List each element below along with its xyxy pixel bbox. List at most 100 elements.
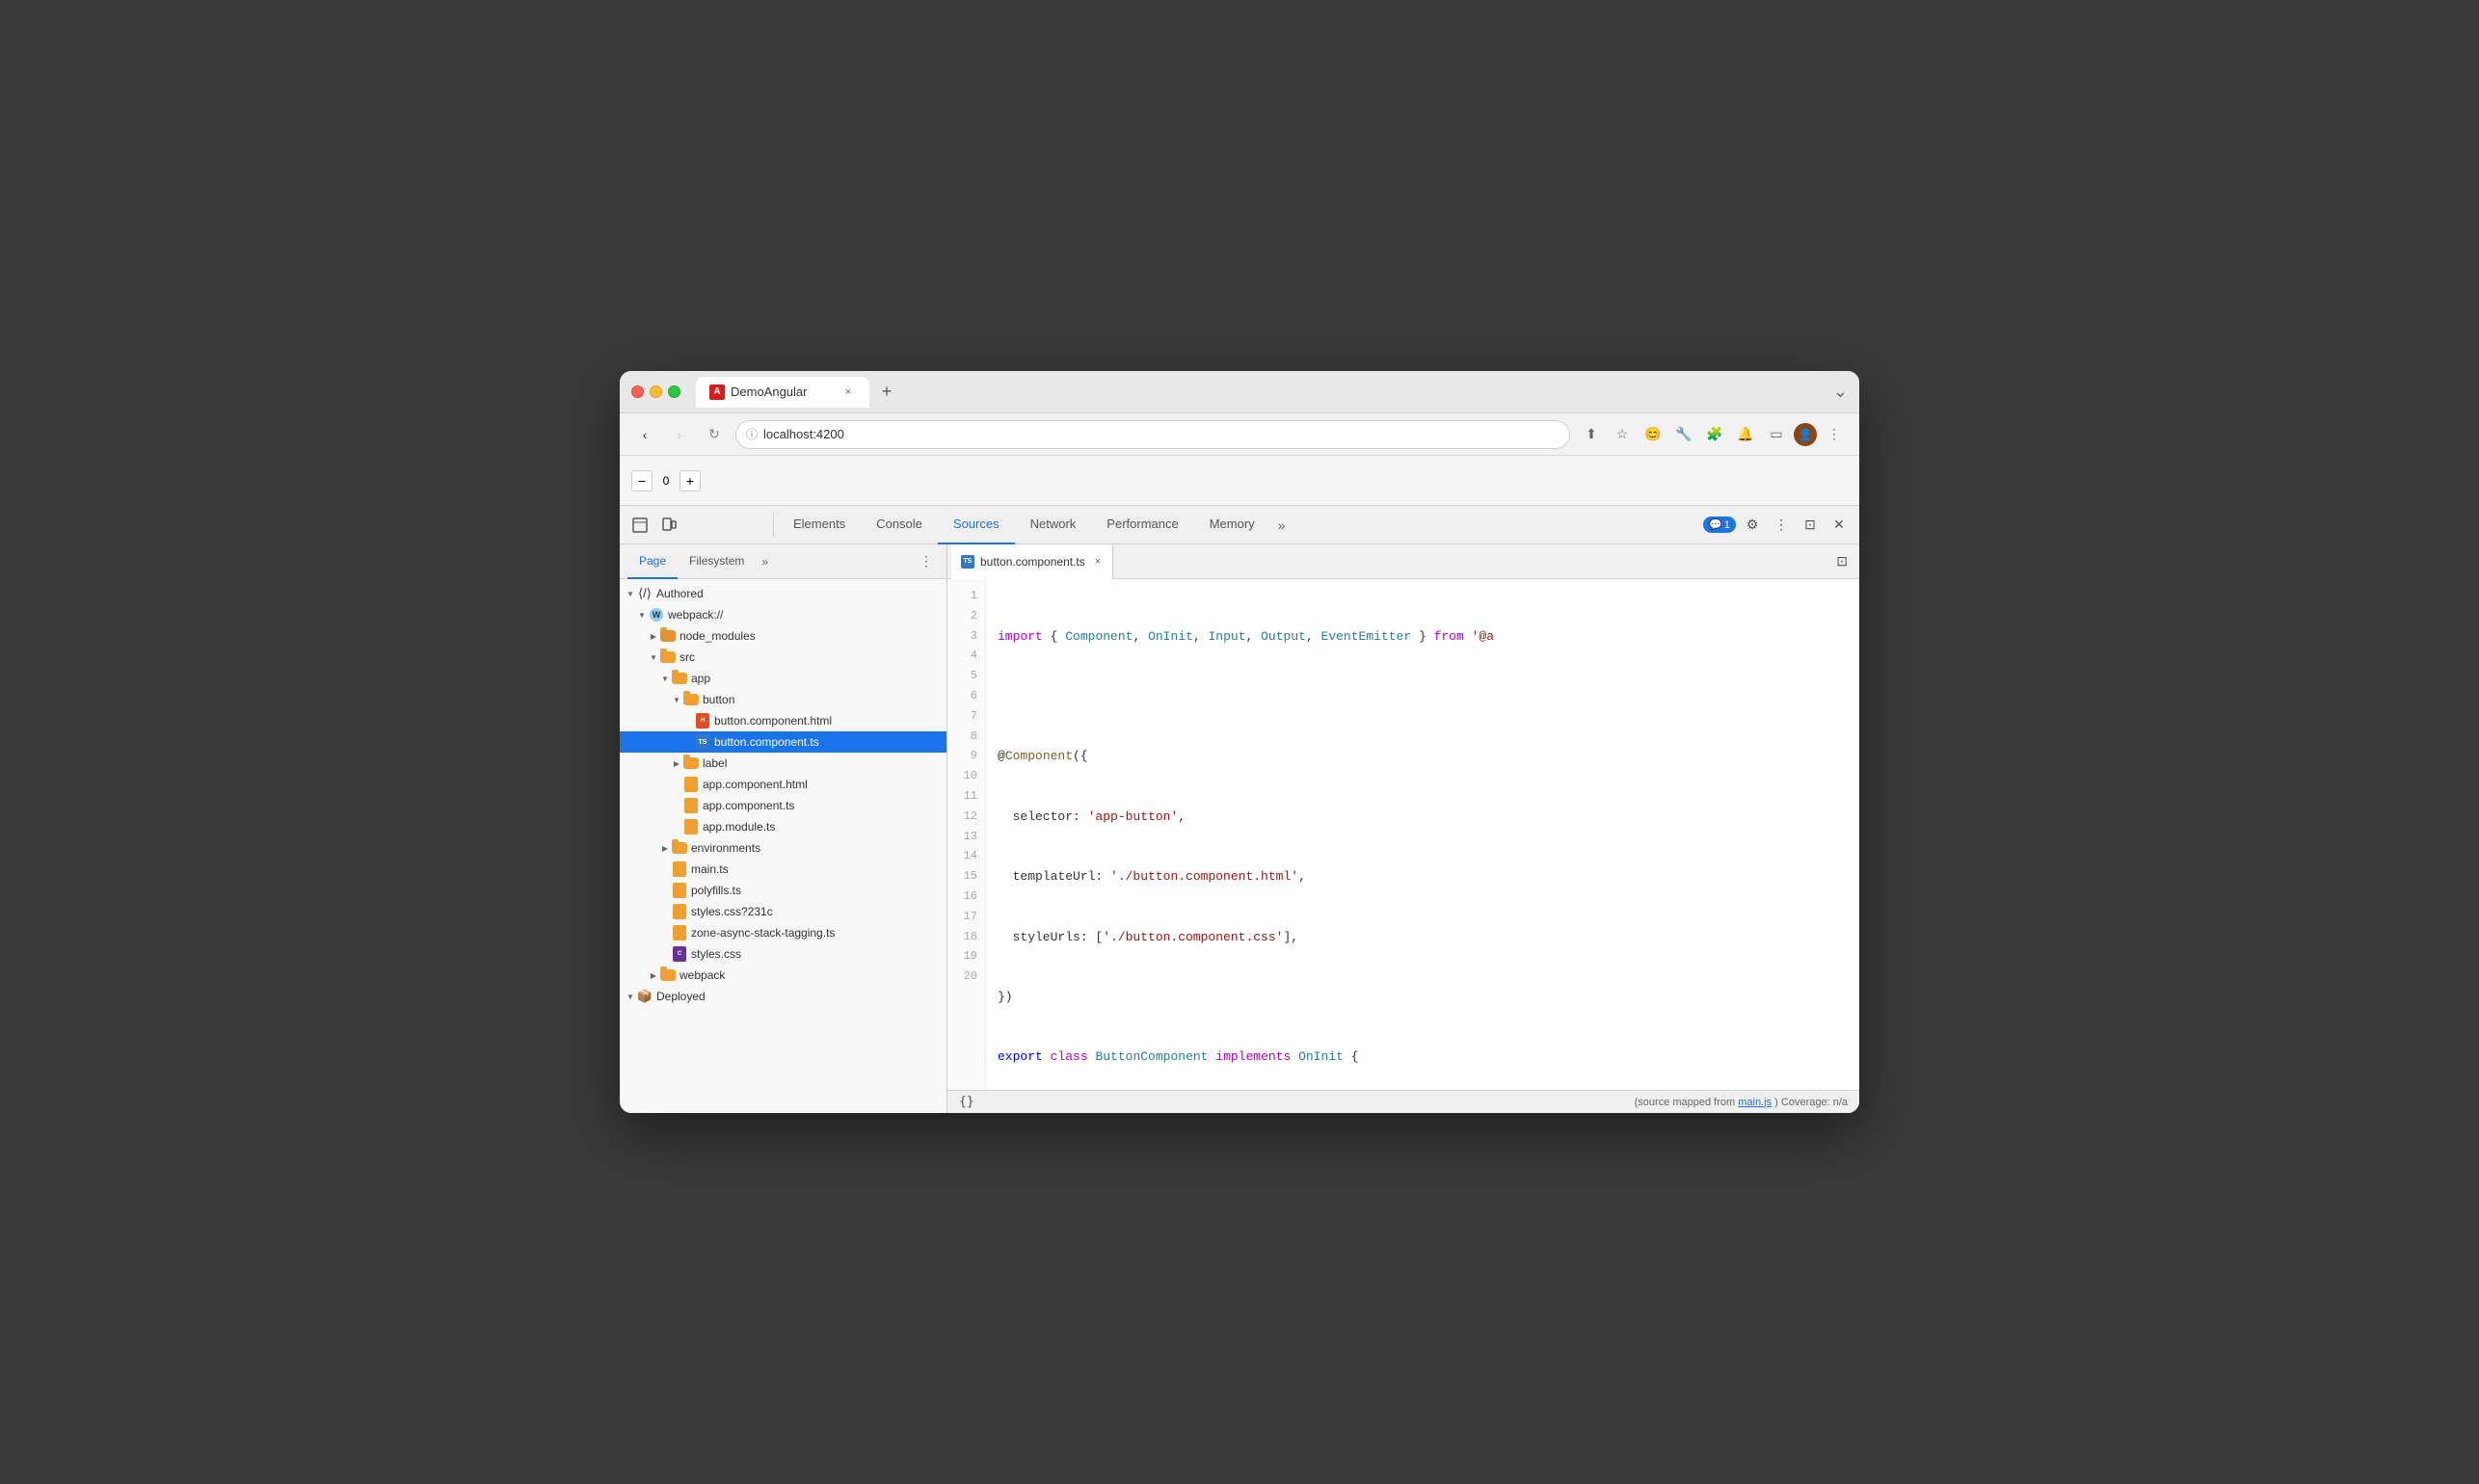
styles-css-hash-item[interactable]: ▶ styles.css?231c — [620, 901, 946, 922]
polyfills-ts-item[interactable]: ▶ polyfills.ts — [620, 880, 946, 901]
window-chevron-down-icon[interactable]: ⌄ — [1833, 382, 1848, 402]
tab-close-button[interactable]: × — [840, 384, 856, 400]
extension-icon[interactable]: 🔧 — [1670, 421, 1697, 448]
settings-button[interactable]: ⚙ — [1740, 513, 1765, 538]
panel-more-button[interactable]: » — [756, 555, 774, 569]
tab-network[interactable]: Network — [1015, 506, 1092, 544]
tab-memory[interactable]: Memory — [1194, 506, 1270, 544]
file-tree: ▼ ⟨/⟩ Authored ▼ W webpack: — [620, 579, 946, 1113]
sidebar-icon[interactable]: ▭ — [1763, 421, 1790, 448]
extensions-icon[interactable]: 🧩 — [1701, 421, 1728, 448]
new-tab-button[interactable]: + — [873, 379, 900, 406]
app-module-icon — [683, 819, 699, 835]
more-menu-icon[interactable]: ⋮ — [1821, 421, 1848, 448]
device-toolbar-button[interactable] — [656, 513, 681, 538]
tab-elements[interactable]: Elements — [778, 506, 861, 544]
app-component-html-label: app.component.html — [703, 778, 808, 791]
webpack-folder-tree-item[interactable]: ▶ webpack — [620, 965, 946, 986]
security-icon: ⓘ — [746, 426, 758, 442]
app-component-html-item[interactable]: ▶ app.component.html — [620, 774, 946, 795]
back-button[interactable]: ‹ — [631, 421, 658, 448]
environments-label: environments — [691, 841, 760, 855]
reload-button[interactable]: ↻ — [701, 421, 728, 448]
app-label: app — [691, 672, 710, 685]
environments-folder-icon — [672, 840, 687, 856]
button-component-ts-item[interactable]: ▶ TS button.component.ts — [620, 731, 946, 753]
code-line-8: export class ButtonComponent implements … — [998, 1047, 1848, 1068]
authored-icon: ⟨/⟩ — [637, 586, 653, 601]
chat-icon: 💬 — [1709, 518, 1722, 531]
address-bar[interactable]: ⓘ localhost:4200 — [735, 420, 1570, 449]
tab-sources[interactable]: Sources — [938, 506, 1015, 544]
filesystem-tab[interactable]: Filesystem — [678, 544, 756, 579]
maximize-window-button[interactable] — [668, 385, 680, 398]
close-window-button[interactable] — [631, 385, 644, 398]
label-folder-icon — [683, 755, 699, 771]
styles-css-label: styles.css — [691, 947, 741, 961]
sources-sidebar: Page Filesystem » ⋮ ▼ ⟨/⟩ Authored — [620, 544, 947, 1113]
webpack-folder-label: webpack — [680, 968, 725, 982]
zone-async-item[interactable]: ▶ zone-async-stack-tagging.ts — [620, 922, 946, 943]
app-folder-icon — [672, 671, 687, 686]
button-folder-tree-item[interactable]: ▼ button — [620, 689, 946, 710]
sources-panel-tabs: Page Filesystem » ⋮ — [620, 544, 946, 579]
app-module-ts-item[interactable]: ▶ app.module.ts — [620, 816, 946, 837]
main-ts-item[interactable]: ▶ main.ts — [620, 859, 946, 880]
user-avatar[interactable]: 👤 — [1794, 423, 1817, 446]
zoom-out-button[interactable]: − — [631, 470, 653, 491]
inspect-element-button[interactable] — [627, 513, 653, 538]
minimize-window-button[interactable] — [650, 385, 662, 398]
main-js-link[interactable]: main.js — [1738, 1097, 1772, 1108]
deployed-tree-item[interactable]: ▼ 📦 Deployed — [620, 986, 946, 1007]
code-content[interactable]: 1 2 3 4 5 6 7 8 9 10 11 12 13 — [947, 579, 1859, 1090]
label-folder-tree-item[interactable]: ▶ label — [620, 753, 946, 774]
forward-button[interactable]: › — [666, 421, 693, 448]
format-button[interactable]: {} — [959, 1095, 974, 1109]
zoom-controls: − 0 + — [631, 470, 701, 491]
detach-button[interactable]: ⊡ — [1798, 513, 1823, 538]
environments-tree-item[interactable]: ▶ environments — [620, 837, 946, 859]
button-component-html-item[interactable]: ▶ H button.component.html — [620, 710, 946, 731]
editor-sidebar-toggle[interactable]: ⊡ — [1828, 553, 1855, 570]
webpack-folder-arrow: ▶ — [647, 968, 660, 982]
notification-badge[interactable]: 💬 1 — [1703, 517, 1736, 533]
devtools-body: Page Filesystem » ⋮ ▼ ⟨/⟩ Authored — [620, 544, 1859, 1113]
editor-tab-close-button[interactable]: × — [1095, 556, 1101, 568]
button-component-ts-label: button.component.ts — [714, 735, 819, 749]
bell-icon[interactable]: 🔔 — [1732, 421, 1759, 448]
tab-console[interactable]: Console — [861, 506, 938, 544]
button-component-html-label: button.component.html — [714, 714, 832, 728]
code-lines[interactable]: import { Component, OnInit, Input, Outpu… — [986, 579, 1859, 1090]
close-devtools-button[interactable]: ✕ — [1826, 513, 1852, 538]
browser-window: A DemoAngular × + ⌄ ‹ › ↻ ⓘ localhost:42… — [620, 371, 1859, 1113]
source-map-text: (source mapped from — [1635, 1097, 1736, 1108]
deployed-label: Deployed — [656, 990, 706, 1003]
code-line-4: selector: 'app-button', — [998, 808, 1848, 828]
panel-menu-button[interactable]: ⋮ — [914, 553, 939, 570]
code-line-3: @Component({ — [998, 747, 1848, 767]
tab-performance[interactable]: Performance — [1091, 506, 1193, 544]
browser-tab[interactable]: A DemoAngular × — [696, 377, 869, 408]
devtools-right-controls: 💬 1 ⚙ ⋮ ⊡ ✕ — [1695, 513, 1859, 538]
src-tree-item[interactable]: ▼ src — [620, 647, 946, 668]
node-modules-tree-item[interactable]: ▶ node_modules — [620, 625, 946, 647]
more-tabs-button[interactable]: » — [1270, 517, 1293, 533]
polyfills-icon — [672, 883, 687, 898]
customize-menu-button[interactable]: ⋮ — [1769, 513, 1794, 538]
webpack-tree-item[interactable]: ▼ W webpack:// — [620, 604, 946, 625]
main-ts-label: main.ts — [691, 862, 729, 876]
coverage-text: Coverage: n/a — [1781, 1097, 1848, 1108]
button-folder-label: button — [703, 693, 734, 706]
share-icon[interactable]: ⬆ — [1578, 421, 1605, 448]
bookmark-icon[interactable]: ☆ — [1609, 421, 1636, 448]
webpack-label: webpack:// — [668, 608, 723, 622]
profile-icon[interactable]: 😊 — [1639, 421, 1666, 448]
app-component-ts-item[interactable]: ▶ app.component.ts — [620, 795, 946, 816]
styles-css-item[interactable]: ▶ C styles.css — [620, 943, 946, 965]
page-tab[interactable]: Page — [627, 544, 678, 579]
zoom-in-button[interactable]: + — [680, 470, 701, 491]
editor-tab-button-ts[interactable]: TS button.component.ts × — [951, 544, 1113, 579]
authored-tree-item[interactable]: ▼ ⟨/⟩ Authored — [620, 583, 946, 604]
app-tree-item[interactable]: ▼ app — [620, 668, 946, 689]
traffic-lights — [631, 385, 680, 398]
